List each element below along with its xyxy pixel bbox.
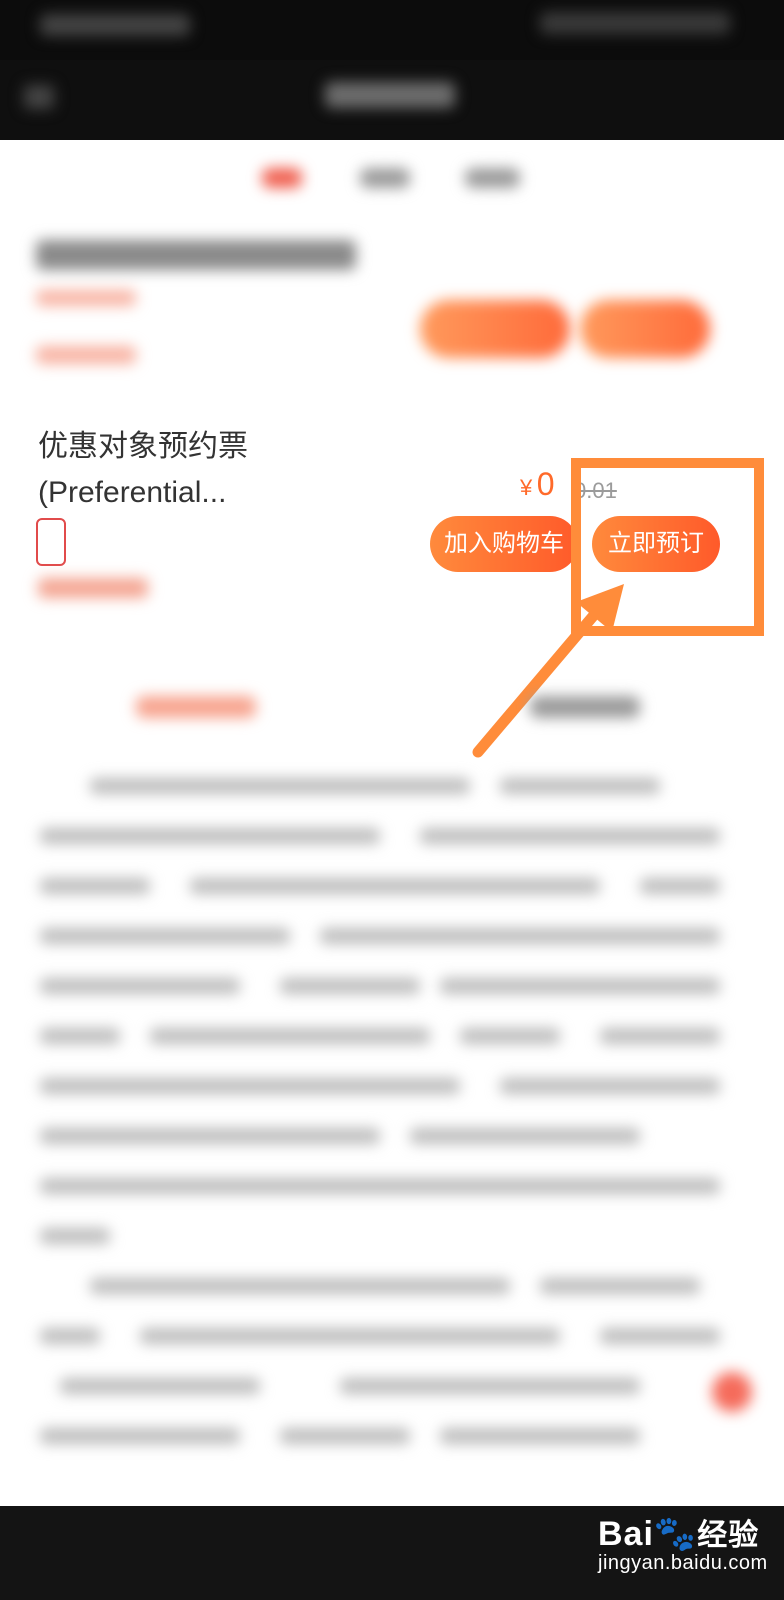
text-line [600, 1028, 720, 1044]
text-line [440, 978, 720, 994]
section-tab[interactable] [530, 696, 640, 718]
text-line [140, 1328, 560, 1344]
text-line [320, 928, 720, 944]
text-line [150, 1028, 430, 1044]
text-line [40, 1178, 720, 1194]
text-line [420, 828, 720, 844]
text-line [500, 778, 660, 794]
text-line [410, 1128, 640, 1144]
text-line [600, 1328, 720, 1344]
text-line [440, 1428, 640, 1444]
floating-action-button[interactable] [712, 1372, 752, 1412]
text-line [190, 878, 600, 894]
text-line [40, 1428, 240, 1444]
pointer-arrow-icon [472, 584, 624, 758]
text-line [40, 1228, 110, 1244]
watermark-brand-cn: 经验 [697, 1519, 760, 1552]
text-line [40, 978, 240, 994]
watermark-logo: Bai🐾经验 [598, 1510, 768, 1554]
watermark-brand: Bai [598, 1515, 654, 1553]
text-line [90, 1278, 510, 1294]
text-line [640, 878, 720, 894]
watermark: Bai🐾经验 jingyan.baidu.com [598, 1510, 768, 1575]
text-line [40, 1028, 120, 1044]
text-line [40, 1078, 460, 1094]
text-line [280, 978, 420, 994]
text-line [280, 1428, 410, 1444]
text-line [540, 1278, 700, 1294]
text-line [40, 1128, 380, 1144]
text-line [500, 1078, 720, 1094]
text-line [40, 828, 380, 844]
text-line [340, 1378, 640, 1394]
paw-icon: 🐾 [653, 1515, 698, 1553]
text-line [90, 778, 470, 794]
section-tab-active[interactable] [136, 696, 256, 718]
text-line [40, 928, 290, 944]
text-line [460, 1028, 560, 1044]
text-line [40, 1328, 100, 1344]
watermark-url: jingyan.baidu.com [598, 1552, 768, 1574]
text-line [60, 1378, 260, 1394]
text-line [40, 878, 150, 894]
